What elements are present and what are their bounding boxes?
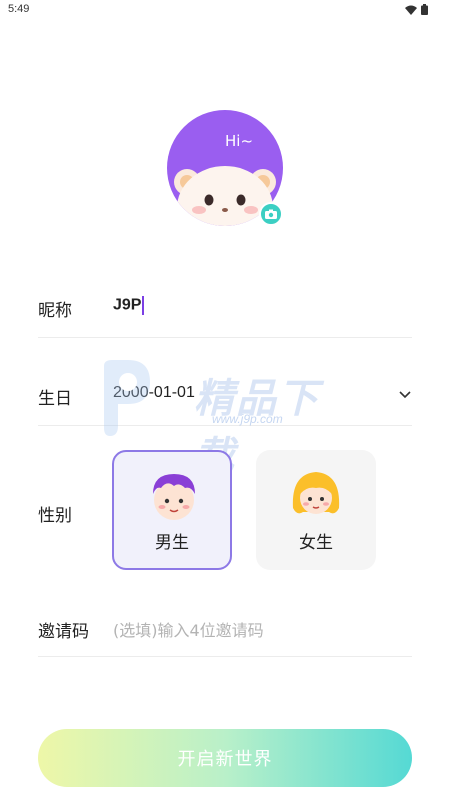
gender-label: 性别 [38, 506, 72, 526]
wifi-icon [405, 5, 417, 15]
start-button-label: 开启新世界 [177, 749, 273, 770]
birthday-row[interactable]: 生日 2000-01-01 [38, 384, 412, 409]
start-button[interactable]: 开启新世界 [38, 729, 412, 787]
boy-avatar-icon [153, 474, 195, 520]
nickname-label: 昵称 [38, 301, 72, 321]
status-time: 5:49 [8, 3, 30, 15]
camera-icon [265, 209, 277, 219]
divider [38, 425, 412, 426]
birthday-value[interactable]: 2000-01-01 [113, 384, 195, 402]
avatar-text: Hi~ [225, 132, 253, 150]
invite-row: 邀请码 (选填)输入4位邀请码 [38, 617, 412, 642]
birthday-label: 生日 [38, 389, 72, 409]
avatar-picker[interactable]: Hi~ [167, 110, 283, 226]
text-caret [142, 296, 145, 315]
status-icons [405, 4, 428, 15]
gender-option-label: 男生 [155, 533, 189, 553]
watermark-url: www.j9p.com [212, 412, 283, 426]
invite-label: 邀请码 [38, 622, 89, 642]
divider [38, 656, 412, 657]
nickname-input[interactable]: J9P [113, 296, 145, 315]
nickname-value: J9P [113, 296, 142, 314]
status-bar: 5:49 [0, 0, 450, 22]
gender-option-label: 女生 [299, 533, 333, 553]
divider [38, 337, 412, 338]
chevron-down-icon[interactable] [398, 384, 412, 404]
girl-avatar-icon [292, 472, 340, 514]
invite-code-input[interactable]: (选填)输入4位邀请码 [113, 617, 264, 641]
gender-option-male[interactable]: 男生 [112, 450, 232, 570]
camera-button[interactable] [259, 202, 283, 226]
nickname-row: 昵称 J9P [38, 296, 412, 321]
battery-icon [421, 4, 428, 15]
gender-option-female[interactable]: 女生 [256, 450, 376, 570]
